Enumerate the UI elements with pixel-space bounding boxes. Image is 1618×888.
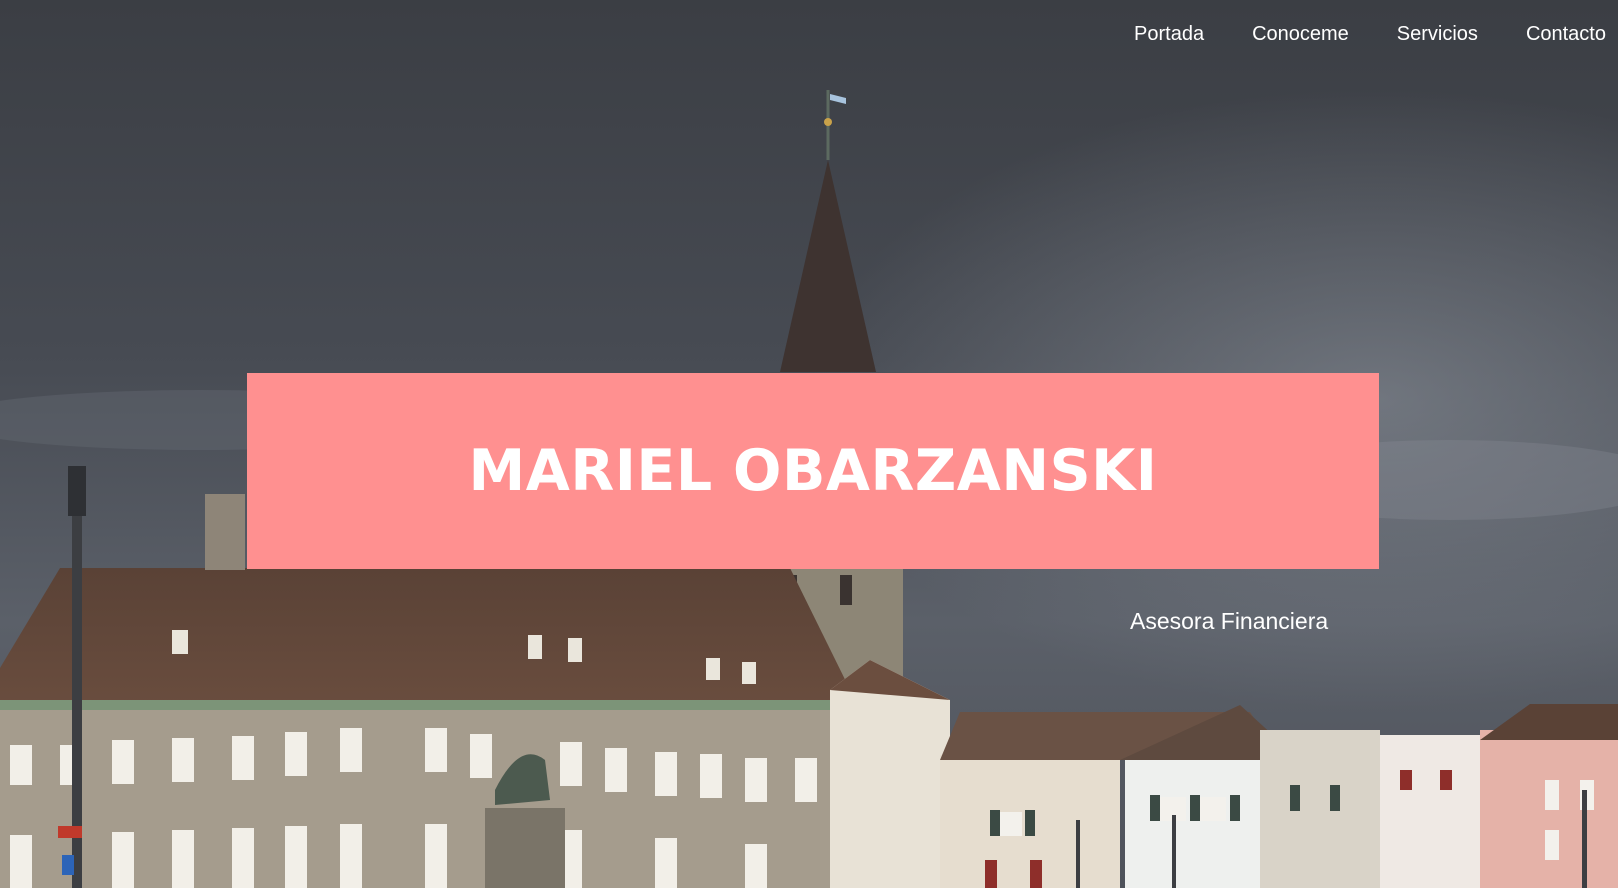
nav-item-portada[interactable]: Portada: [1110, 20, 1228, 48]
hero-subtitle: Asesora Financiera: [1130, 608, 1329, 634]
hero-section: Portada Conoceme Servicios Contacto MARI…: [0, 0, 1618, 888]
main-nav: Portada Conoceme Servicios Contacto: [1110, 20, 1608, 48]
hero-title-box: MARIEL OBARZANSKI: [247, 373, 1379, 569]
nav-item-servicios[interactable]: Servicios: [1373, 20, 1502, 48]
hero-title: MARIEL OBARZANSKI: [468, 438, 1158, 504]
nav-item-contacto[interactable]: Contacto: [1502, 20, 1608, 48]
nav-item-conoceme[interactable]: Conoceme: [1228, 20, 1373, 48]
